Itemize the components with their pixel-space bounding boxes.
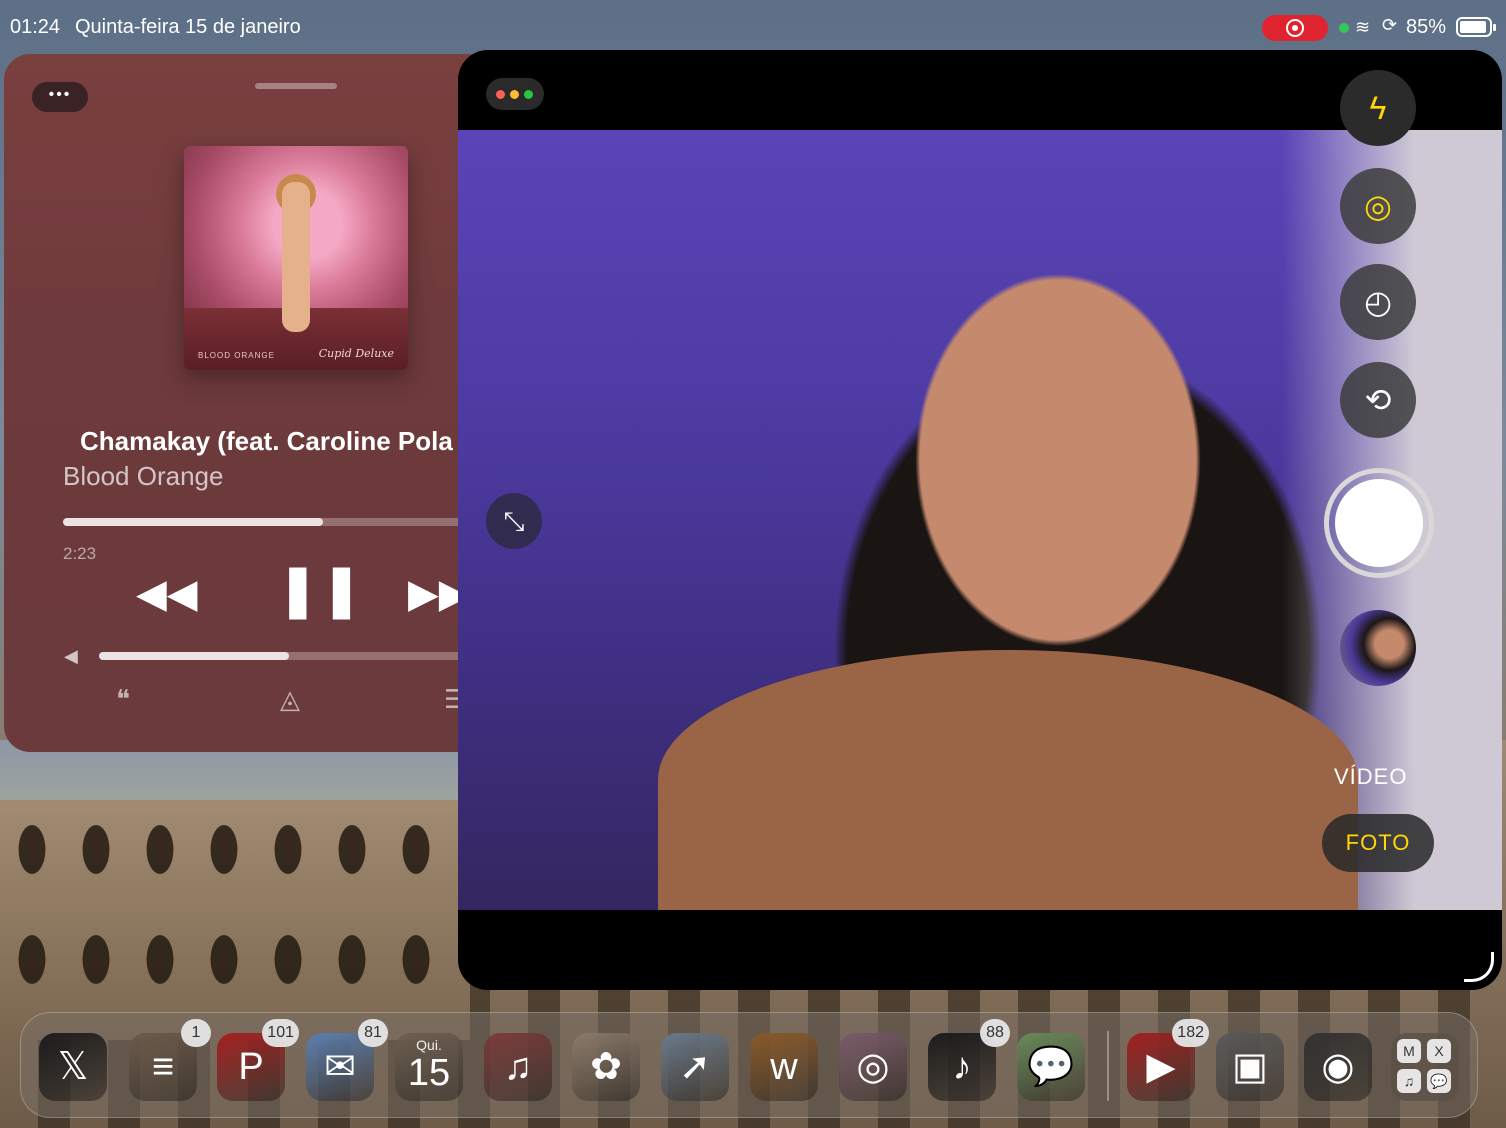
album-label-title: Cupid Deluxe [318, 347, 394, 360]
expand-button[interactable]: ⤡ [486, 493, 542, 549]
tiktok-icon: ♪ [952, 1046, 972, 1088]
music-icon: ♫ [503, 1046, 533, 1088]
dock-app-camera[interactable]: ◉ [1304, 1033, 1372, 1101]
pause-icon: ❚❚ [276, 561, 364, 619]
wifi-icon: ≋ [1355, 17, 1371, 37]
volume-fill [99, 652, 289, 660]
pause-button[interactable]: ❚❚ [276, 564, 363, 616]
dock-app-photos[interactable]: ✿ [572, 1033, 640, 1101]
folder-mini-app: M [1397, 1039, 1421, 1063]
live-photo-button[interactable]: ◎ [1340, 168, 1416, 244]
timer-button[interactable]: ◴ [1340, 264, 1416, 340]
flash-button[interactable]: ϟ [1340, 70, 1416, 146]
speaker-icon: ◀ [64, 646, 78, 666]
rewind-button[interactable]: ◀◀ [136, 574, 198, 614]
dock-app-folder[interactable]: M X ♫ 💬 [1391, 1033, 1459, 1101]
music-window[interactable]: ••• BLOOD ORANGE Cupid Deluxe Chamakay (… [4, 54, 494, 752]
window-menu-button[interactable] [486, 78, 544, 110]
instagram-icon: ◎ [856, 1046, 890, 1088]
dock-app-tiktok[interactable]: ♪ 88 [928, 1019, 1010, 1101]
wallet-icon: ▣ [1232, 1046, 1268, 1088]
dock-app-x[interactable]: 𝕏 [39, 1033, 107, 1101]
playback-scrubber[interactable] [63, 518, 483, 526]
airplay-icon[interactable]: ◬ [280, 684, 300, 715]
youtube-icon: ▶ [1146, 1046, 1176, 1088]
timer-icon: ◴ [1364, 284, 1392, 320]
shutter-inner [1335, 479, 1423, 567]
window-menu-button[interactable]: ••• [32, 82, 88, 112]
dock-app-pinterest[interactable]: P 101 [217, 1019, 299, 1101]
dock-app-reading-list[interactable]: ≡ 1 [129, 1019, 211, 1101]
flip-camera-button[interactable]: ⟲ [1340, 362, 1416, 438]
notification-badge: 88 [980, 1019, 1010, 1047]
camera-in-use-indicator [1339, 23, 1349, 33]
wattpad-icon: w [770, 1046, 798, 1088]
mail-icon: ✉ [324, 1046, 356, 1088]
status-date: Quinta-feira 15 de janeiro [75, 16, 301, 38]
battery-icon [1456, 17, 1496, 37]
dock-app-music[interactable]: ♫ [484, 1033, 552, 1101]
dock-app-wattpad[interactable]: w [750, 1033, 818, 1101]
dock-app-instagram[interactable]: ◎ [839, 1033, 907, 1101]
messages-icon: 💬 [1027, 1046, 1075, 1088]
safari-icon: ➚ [679, 1046, 711, 1088]
window-grab-handle[interactable] [255, 83, 337, 89]
dock: 𝕏 ≡ 1 P 101 ✉ 81 Qui. 15 ♫ ✿ ➚ w ◎ ♪ 88 💬 ▶ 182 ▣ ◉ M X ♫ 💬 [20, 1012, 1478, 1118]
calendar-date: 15 [407, 1052, 451, 1094]
record-icon [1286, 19, 1304, 37]
window-resize-handle[interactable] [1464, 952, 1494, 982]
notification-badge: 1 [181, 1019, 211, 1047]
rewind-icon: ◀◀ [136, 572, 198, 616]
rotation-lock-icon: ⟳ [1382, 15, 1398, 35]
calendar-day: Qui. [416, 1037, 442, 1053]
minimize-dot[interactable] [510, 90, 519, 99]
viewfinder-subject [658, 650, 1358, 910]
battery-percent: 85% [1406, 16, 1447, 38]
notification-badge: 81 [358, 1019, 388, 1047]
dock-app-messages[interactable]: 💬 [1017, 1033, 1085, 1101]
lyrics-icon[interactable]: ❝ [116, 684, 130, 715]
zoom-dot[interactable] [524, 90, 533, 99]
status-bar: 01:24 Quinta-feira 15 de janeiro ≋ ⟳ 85% [0, 0, 1506, 52]
dock-app-mail[interactable]: ✉ 81 [306, 1019, 388, 1101]
camera-icon: ◉ [1321, 1046, 1355, 1088]
volume-slider[interactable] [99, 652, 479, 660]
expand-icon: ⤡ [503, 506, 525, 536]
folder-mini-app: 💬 [1427, 1069, 1451, 1093]
camera-window[interactable]: ⤡ ϟ ◎ ◴ ⟲ VÍDEO FOTO [458, 50, 1502, 990]
reading-list-icon: ≡ [151, 1046, 175, 1088]
mode-video[interactable]: VÍDEO [1334, 764, 1407, 790]
photos-icon: ✿ [590, 1046, 622, 1088]
notification-badge: 101 [262, 1019, 299, 1047]
folder-mini-app: ♫ [1397, 1069, 1421, 1093]
album-label-artist: BLOOD ORANGE [198, 351, 275, 360]
album-artwork-figure [282, 182, 310, 332]
dock-app-wallet[interactable]: ▣ [1216, 1033, 1284, 1101]
dock-app-calendar[interactable]: Qui. 15 [395, 1033, 463, 1101]
flip-camera-icon: ⟲ [1364, 382, 1392, 418]
playback-progress-fill [63, 518, 324, 526]
x-icon: 𝕏 [57, 1046, 89, 1088]
song-artist[interactable]: Blood Orange [63, 461, 223, 492]
flash-auto-icon: ϟ [1369, 90, 1387, 126]
dock-app-youtube[interactable]: ▶ 182 [1127, 1019, 1209, 1101]
album-artwork: BLOOD ORANGE Cupid Deluxe [184, 146, 408, 370]
song-title: Chamakay (feat. Caroline Pola [80, 426, 453, 456]
status-time: 01:24 [10, 16, 61, 38]
elapsed-time: 2:23 [63, 544, 97, 563]
live-photo-icon: ◎ [1364, 188, 1392, 224]
dock-app-safari[interactable]: ➚ [661, 1033, 729, 1101]
pinterest-icon: P [238, 1046, 264, 1088]
close-dot[interactable] [496, 90, 505, 99]
mode-photo[interactable]: FOTO [1322, 814, 1434, 872]
last-photo-thumbnail[interactable] [1340, 610, 1416, 686]
dock-separator [1107, 1031, 1109, 1101]
shutter-button[interactable] [1324, 468, 1434, 578]
notification-badge: 182 [1172, 1019, 1209, 1047]
wallpaper-colosseum [0, 800, 470, 1040]
folder-mini-app: X [1427, 1039, 1451, 1063]
screen-recording-indicator[interactable] [1262, 15, 1328, 41]
